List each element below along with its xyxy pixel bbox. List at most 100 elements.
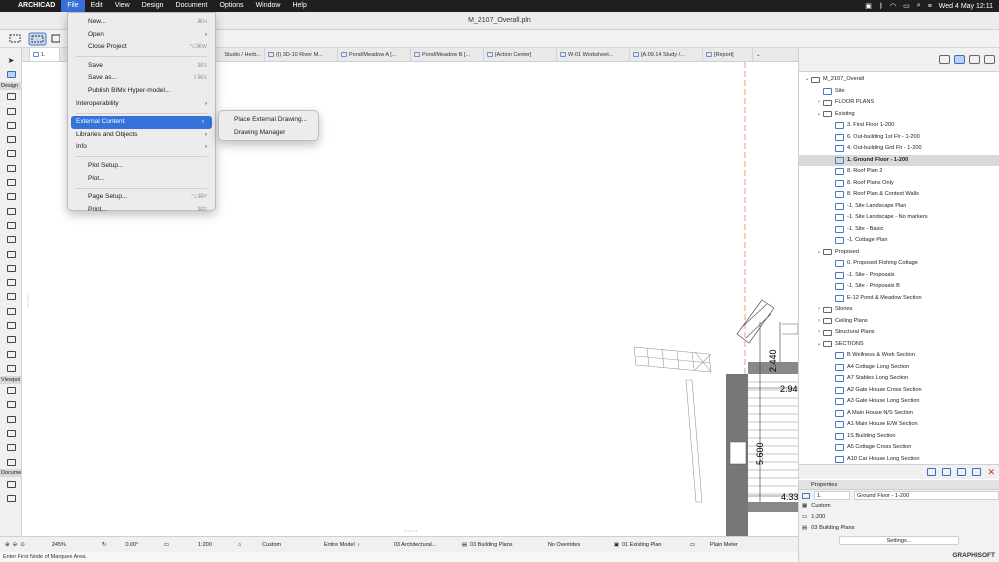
menu-item-drawing-manager[interactable]: Drawing Manager [219, 127, 318, 140]
navigator-item[interactable]: Site [799, 86, 999, 98]
view-set-control[interactable]: 03 Architectural... [389, 542, 457, 548]
zoom-in-icon[interactable]: ⊕ [5, 542, 10, 548]
menu-window[interactable]: Window [250, 0, 287, 12]
menu-design[interactable]: Design [136, 0, 170, 12]
overrides-control[interactable]: No Overrides [543, 542, 609, 548]
menu-item-save[interactable]: Save ⌘S [68, 60, 215, 73]
elevation-tool[interactable] [0, 398, 22, 412]
door-tool[interactable] [0, 104, 22, 118]
zoom-out-icon[interactable]: ⊖ [13, 542, 18, 548]
roof-tool[interactable] [0, 204, 22, 218]
wall-tool[interactable] [0, 90, 22, 104]
control-center-icon[interactable]: ≡ [928, 3, 932, 10]
chevron-down-icon[interactable]: ⌄ [815, 339, 823, 351]
publisher-sets-icon[interactable] [984, 55, 995, 64]
chevron-down-icon[interactable]: ⌄ [803, 74, 811, 86]
navigator-item[interactable]: A Main House N/S Section [799, 408, 999, 420]
navigator-item[interactable]: -1. Site - Proposals B [799, 281, 999, 293]
navigator-item[interactable]: 1S Building Section [799, 431, 999, 443]
navigator-item[interactable]: A2 Gate House Cross Section [799, 385, 999, 397]
clock[interactable]: Wed 4 May 12:11 [939, 3, 993, 10]
new-folder-icon[interactable] [927, 468, 937, 476]
fit-icon[interactable]: ⊙ [20, 542, 25, 548]
level-dimension-tool[interactable] [0, 492, 22, 506]
view-settings-icon[interactable] [972, 468, 982, 476]
lamp-tool[interactable] [0, 318, 22, 332]
project-map-icon[interactable] [939, 55, 950, 64]
battery-icon[interactable]: ▭ [903, 2, 910, 10]
angle-control[interactable]: ↻ 0.00° [97, 542, 159, 548]
navigator-item[interactable]: ⌄ Proposed [799, 247, 999, 259]
chevron-right-icon[interactable]: › [815, 97, 823, 109]
navigator-item[interactable]: ⌄ SECTIONS [799, 339, 999, 351]
chevron-right-icon[interactable]: › [815, 327, 823, 339]
navigator-item[interactable]: A1 Main House E/W Section [799, 419, 999, 431]
interior-elevation-tool[interactable] [0, 412, 22, 426]
save-view-icon[interactable] [957, 468, 967, 476]
menu-item-plot[interactable]: Plot... [68, 173, 215, 186]
wifi-icon[interactable]: ◠ [890, 2, 896, 10]
structure-control[interactable]: ▣ 01 Existing Plan [609, 542, 685, 548]
chevron-right-icon[interactable]: › [815, 316, 823, 328]
menu-item-interoperability[interactable]: Interoperability › [68, 98, 215, 111]
pen-set-row[interactable]: ▦ Custom [799, 501, 999, 512]
scale-control[interactable]: ▭ 1:200 [159, 542, 233, 548]
navigator-item[interactable]: › Ceiling Plans [799, 316, 999, 328]
menu-item-libraries-objects[interactable]: Libraries and Objects › [68, 129, 215, 142]
tab-ground-floor[interactable]: 1. [30, 48, 60, 61]
dimension-tool[interactable] [0, 477, 22, 491]
menu-document[interactable]: Document [170, 0, 214, 12]
status-icon[interactable]: ▣ [865, 2, 872, 10]
navigator-item[interactable]: A5 Cottage Cross Section [799, 442, 999, 454]
pen-set-control[interactable]: ⌂ Custom [233, 542, 319, 548]
tab-action-center[interactable]: [Action Center] [484, 48, 557, 61]
menu-view[interactable]: View [109, 0, 136, 12]
navigator-item[interactable]: A3 Gate House Long Section [799, 396, 999, 408]
slab-tool[interactable] [0, 161, 22, 175]
search-icon[interactable]: ⌕ [917, 2, 921, 10]
clone-icon[interactable] [942, 468, 952, 476]
navigator-item[interactable]: A7 Stables Long Section [799, 373, 999, 385]
chevron-down-icon[interactable]: ⌄ [815, 247, 823, 259]
section-tool[interactable] [0, 384, 22, 398]
model-view-control[interactable]: Entire Model › [319, 542, 389, 548]
bluetooth-icon[interactable]: ᛒ [879, 3, 883, 10]
menu-item-place-external-drawing[interactable]: Place External Drawing... [219, 114, 318, 127]
column-tool[interactable] [0, 132, 22, 146]
zoom-controls[interactable]: ⊕ ⊖ ⊙ 245% [0, 542, 97, 548]
detail-tool[interactable] [0, 441, 22, 455]
menu-edit[interactable]: Edit [85, 0, 109, 12]
view-id-field[interactable]: 1. [814, 491, 850, 500]
selection-tools[interactable] [0, 30, 61, 48]
railing-tool[interactable] [0, 190, 22, 204]
shell-tool[interactable] [0, 218, 22, 232]
navigator-item[interactable]: -1. Site Landscape Plan [799, 201, 999, 213]
navigator-item[interactable]: A4 Cottage Long Section [799, 362, 999, 374]
app-menu[interactable]: ARCHICAD [12, 0, 61, 12]
navigator-item[interactable]: 8. Roof Plans Only [799, 178, 999, 190]
menu-item-save-as[interactable]: Save as... ⇧⌘S [68, 72, 215, 85]
tab-overflow[interactable]: ⌄ [753, 48, 783, 61]
zone-tool[interactable] [0, 290, 22, 304]
arrow-tool[interactable]: ➤ [0, 53, 22, 67]
navigator-item[interactable]: 0. Proposed Fishing Cottage [799, 258, 999, 270]
layer-row[interactable]: ▤ 03 Building Plans [799, 523, 999, 534]
menu-options[interactable]: Options [213, 0, 249, 12]
window-tool[interactable] [0, 118, 22, 132]
library-tool[interactable] [0, 361, 22, 375]
delete-icon[interactable]: ✕ [987, 468, 995, 477]
dimension-style-control[interactable]: ▭ Plain Meter [685, 542, 743, 548]
menu-item-print[interactable]: Print... ⌘P [68, 204, 215, 217]
tab-study[interactable]: [A.09.14 Study /... [630, 48, 703, 61]
beam-tool[interactable] [0, 147, 22, 161]
zoom-value[interactable]: 245% [28, 542, 92, 548]
navigator-item[interactable]: B Wellness & Work Section [799, 350, 999, 362]
marquee-tool[interactable] [0, 67, 22, 81]
navigator-item[interactable]: ⌄ M_2107_Overall [799, 74, 999, 86]
navigator-item[interactable]: -1. Site Landscape - No markers [799, 212, 999, 224]
opening-tool[interactable] [0, 347, 22, 361]
view-map-icon[interactable] [954, 55, 965, 64]
menu-item-publish-bimx[interactable]: Publish BIMx Hyper-model... [68, 85, 215, 98]
navigator-item[interactable]: -1. Site - Basic [799, 224, 999, 236]
view-name-field[interactable]: Ground Floor - 1-200 [854, 491, 999, 500]
